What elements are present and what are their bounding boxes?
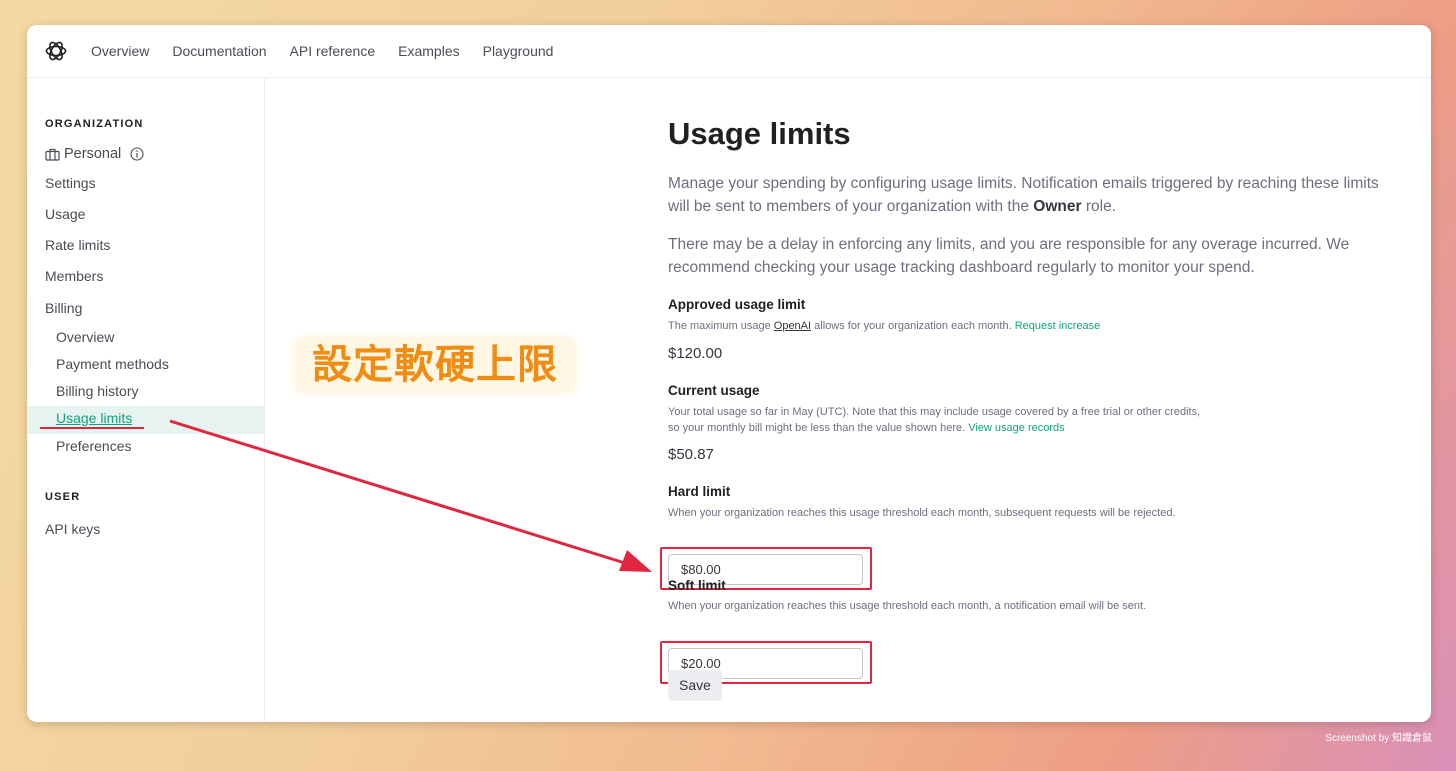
approved-limit-description: The maximum usage OpenAI allows for your… (668, 320, 1101, 332)
openai-logo-icon[interactable] (43, 38, 69, 64)
request-increase-link[interactable]: Request increase (1015, 320, 1101, 332)
delay-paragraph: There may be a delay in enforcing any li… (668, 236, 1350, 276)
save-button[interactable]: Save (668, 670, 722, 701)
organization-selector[interactable]: Personal (45, 146, 144, 162)
annotation-callout: 設定軟硬上限 (296, 339, 574, 391)
soft-limit-description: When your organization reaches this usag… (668, 600, 1147, 612)
sidebar: ORGANIZATION Personal Settings Usage Rat… (27, 78, 265, 722)
briefcase-icon (45, 148, 60, 161)
user-section-label: USER (45, 491, 81, 503)
sidebar-item-settings[interactable]: Settings (45, 175, 96, 191)
nav-documentation[interactable]: Documentation (172, 43, 266, 59)
soft-limit-title: Soft limit (668, 578, 726, 593)
sidebar-item-rate-limits[interactable]: Rate limits (45, 237, 110, 253)
sidebar-item-usage-limits[interactable]: Usage limits (56, 410, 132, 426)
page-title: Usage limits (668, 116, 851, 151)
hard-limit-description: When your organization reaches this usag… (668, 507, 1176, 519)
sidebar-item-members[interactable]: Members (45, 268, 103, 284)
sidebar-item-usage[interactable]: Usage (45, 206, 85, 222)
sidebar-item-api-keys[interactable]: API keys (45, 521, 100, 537)
current-usage-title: Current usage (668, 383, 760, 398)
approved-limit-title: Approved usage limit (668, 297, 806, 312)
sidebar-item-billing-history[interactable]: Billing history (56, 383, 138, 399)
nav-overview[interactable]: Overview (91, 43, 149, 59)
organization-section-label: ORGANIZATION (45, 118, 144, 130)
current-usage-description: Your total usage so far in May (UTC). No… (668, 406, 1201, 434)
nav-api-reference[interactable]: API reference (290, 43, 376, 59)
annotation-underline (40, 427, 144, 429)
sidebar-item-preferences[interactable]: Preferences (56, 438, 131, 454)
approved-limit-value: $120.00 (668, 345, 723, 362)
nav-examples[interactable]: Examples (398, 43, 459, 59)
top-navigation: Overview Documentation API reference Exa… (27, 25, 1431, 78)
sidebar-item-billing-overview[interactable]: Overview (56, 329, 114, 345)
info-icon[interactable] (130, 147, 144, 161)
sidebar-item-billing[interactable]: Billing (45, 300, 82, 316)
screenshot-credit: Screenshot by 知識倉鼠 (1325, 733, 1432, 744)
current-usage-value: $50.87 (668, 446, 714, 463)
hard-limit-title: Hard limit (668, 484, 731, 499)
app-window: Overview Documentation API reference Exa… (27, 25, 1431, 722)
organization-name: Personal (64, 146, 122, 162)
view-usage-records-link[interactable]: View usage records (968, 422, 1064, 434)
sidebar-item-payment-methods[interactable]: Payment methods (56, 356, 169, 372)
intro-paragraph: Manage your spending by configuring usag… (668, 175, 1379, 215)
nav-playground[interactable]: Playground (483, 43, 554, 59)
